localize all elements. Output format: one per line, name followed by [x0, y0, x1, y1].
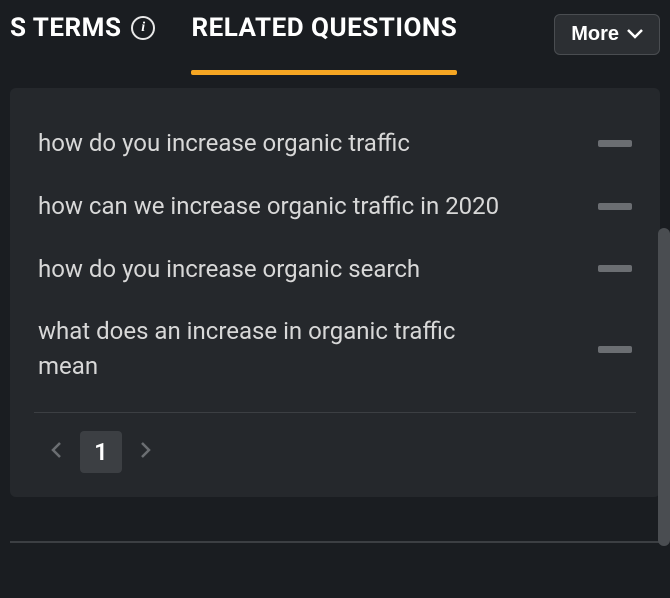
question-text: how do you increase organic search: [38, 252, 420, 287]
trend-indicator: [598, 265, 632, 272]
scrollbar[interactable]: [658, 228, 670, 546]
info-icon[interactable]: i: [131, 16, 155, 40]
pagination: 1: [34, 421, 636, 473]
question-text: what does an increase in organic traffic…: [38, 314, 508, 384]
section-divider: [10, 541, 660, 543]
trend-indicator: [598, 346, 632, 353]
tab-terms[interactable]: S TERMS i: [10, 13, 155, 71]
question-row[interactable]: what does an increase in organic traffic…: [34, 300, 636, 398]
question-row[interactable]: how do you increase organic traffic: [34, 112, 636, 175]
pagination-next[interactable]: [132, 438, 158, 466]
pagination-prev[interactable]: [44, 438, 70, 466]
question-text: how do you increase organic traffic: [38, 126, 410, 161]
tab-related-label: RELATED QUESTIONS: [191, 13, 457, 43]
question-row[interactable]: how can we increase organic traffic in 2…: [34, 175, 636, 238]
tab-terms-label: S TERMS: [10, 13, 121, 43]
divider: [34, 412, 636, 413]
more-button-label: More: [571, 23, 619, 46]
trend-indicator: [598, 203, 632, 210]
related-questions-panel: how do you increase organic traffic how …: [10, 88, 660, 497]
question-text: how can we increase organic traffic in 2…: [38, 189, 499, 224]
header-tabs: S TERMS i RELATED QUESTIONS More: [0, 0, 670, 70]
tab-list: S TERMS i RELATED QUESTIONS: [10, 13, 554, 71]
tab-related-questions[interactable]: RELATED QUESTIONS: [191, 13, 457, 71]
more-button[interactable]: More: [554, 14, 660, 55]
trend-indicator: [598, 140, 632, 147]
pagination-page-current[interactable]: 1: [80, 431, 122, 473]
chevron-down-icon: [627, 29, 643, 39]
question-row[interactable]: how do you increase organic search: [34, 238, 636, 301]
